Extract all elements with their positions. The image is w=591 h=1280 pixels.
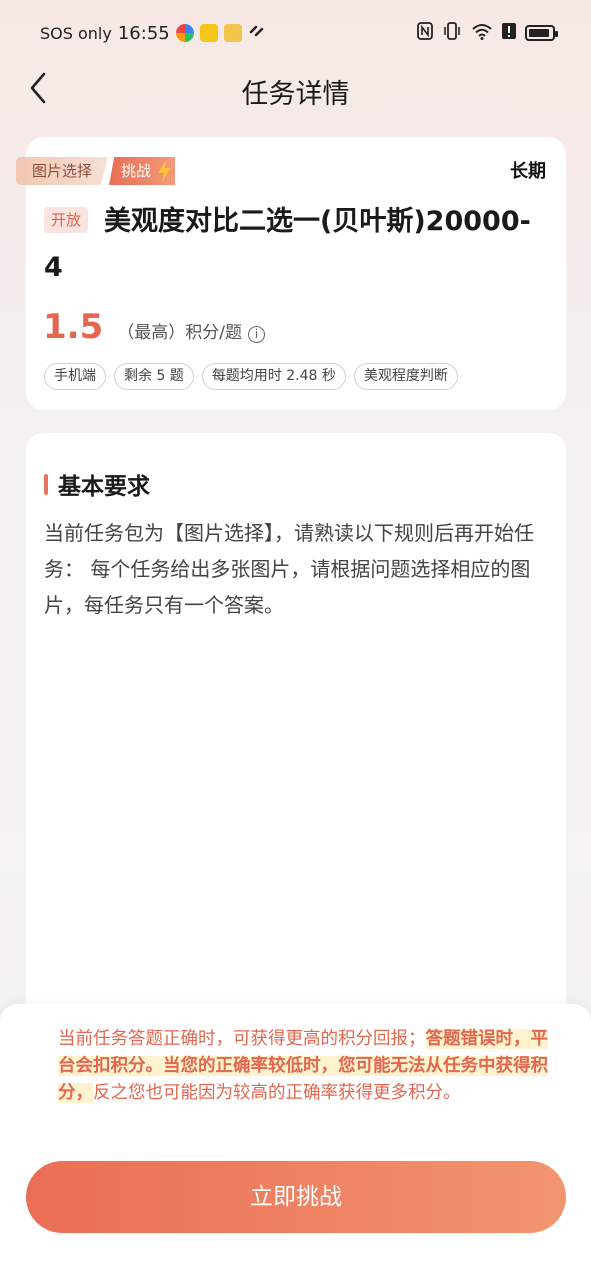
lightning-icon xyxy=(158,160,172,182)
challenge-tag: 挑战 xyxy=(109,157,176,185)
requirements-card: 基本要求 当前任务包为【图片选择】，请熟读以下规则后再开始任务： 每个任务给出多… xyxy=(26,433,566,1073)
challenge-tag-label: 挑战 xyxy=(121,162,152,180)
score-unit: （最高）积分/题 xyxy=(117,323,242,343)
chip-category: 美观程度判断 xyxy=(353,363,458,390)
alert-icon xyxy=(502,22,516,44)
battery-icon xyxy=(525,25,558,41)
task-period: 长期 xyxy=(510,161,546,182)
task-type-tag: 图片选择 xyxy=(16,157,109,185)
app-notification-icon xyxy=(248,22,266,44)
app-notification-icon xyxy=(223,24,242,42)
info-icon[interactable]: i xyxy=(247,326,265,343)
app-notification-icon xyxy=(175,24,194,42)
vibrate-icon xyxy=(442,22,462,44)
app-notification-icon xyxy=(199,24,218,42)
bottom-panel: 当前任务答题正确时，可获得更高的积分回报；答题错误时，平台会扣积分。当您的正确率… xyxy=(0,1004,591,1280)
page-title: 任务详情 xyxy=(241,79,350,110)
chip-avg-time: 每题均用时 2.48 秒 xyxy=(201,363,346,390)
chip-remaining: 剩余 5 题 xyxy=(114,363,194,390)
clock: 16:55 xyxy=(117,22,170,44)
requirements-text: 当前任务包为【图片选择】，请熟读以下规则后再开始任务： 每个任务给出多张图片，请… xyxy=(44,521,534,617)
task-chips: 手机端 剩余 5 题 每题均用时 2.48 秒 美观程度判断 xyxy=(44,363,458,390)
wifi-icon xyxy=(471,22,493,44)
requirements-title: 基本要求 xyxy=(58,474,150,500)
navigation-bar: 任务详情 xyxy=(0,66,591,112)
nfc-icon xyxy=(417,22,433,44)
requirements-header: 基本要求 xyxy=(44,467,150,501)
task-title: 美观度对比二选一(贝叶斯)20000-4 xyxy=(44,206,531,283)
score-value: 1.5 xyxy=(43,307,104,347)
task-card: 图片选择 挑战 长期 美观度对比二选一(贝叶斯)20000-4 开放 1.5 （… xyxy=(16,137,566,410)
start-challenge-button[interactable]: 立即挑战 xyxy=(26,1161,566,1233)
notice-part2: 反之您也可能因为较高的正确率获得更多积分。 xyxy=(93,1083,461,1103)
status-badge: 开放 xyxy=(44,207,88,233)
carrier-text: SOS only xyxy=(40,23,112,43)
score-row: 1.5 （最高）积分/题 i xyxy=(43,307,265,347)
scoring-notice: 当前任务答题正确时，可获得更高的积分回报；答题错误时，平台会扣积分。当您的正确率… xyxy=(58,1026,552,1107)
notice-part1: 当前任务答题正确时，可获得更高的积分回报； xyxy=(58,1029,426,1049)
section-marker xyxy=(44,473,48,495)
status-bar: SOS only 16:55 xyxy=(0,0,591,66)
chip-platform: 手机端 xyxy=(44,363,106,390)
